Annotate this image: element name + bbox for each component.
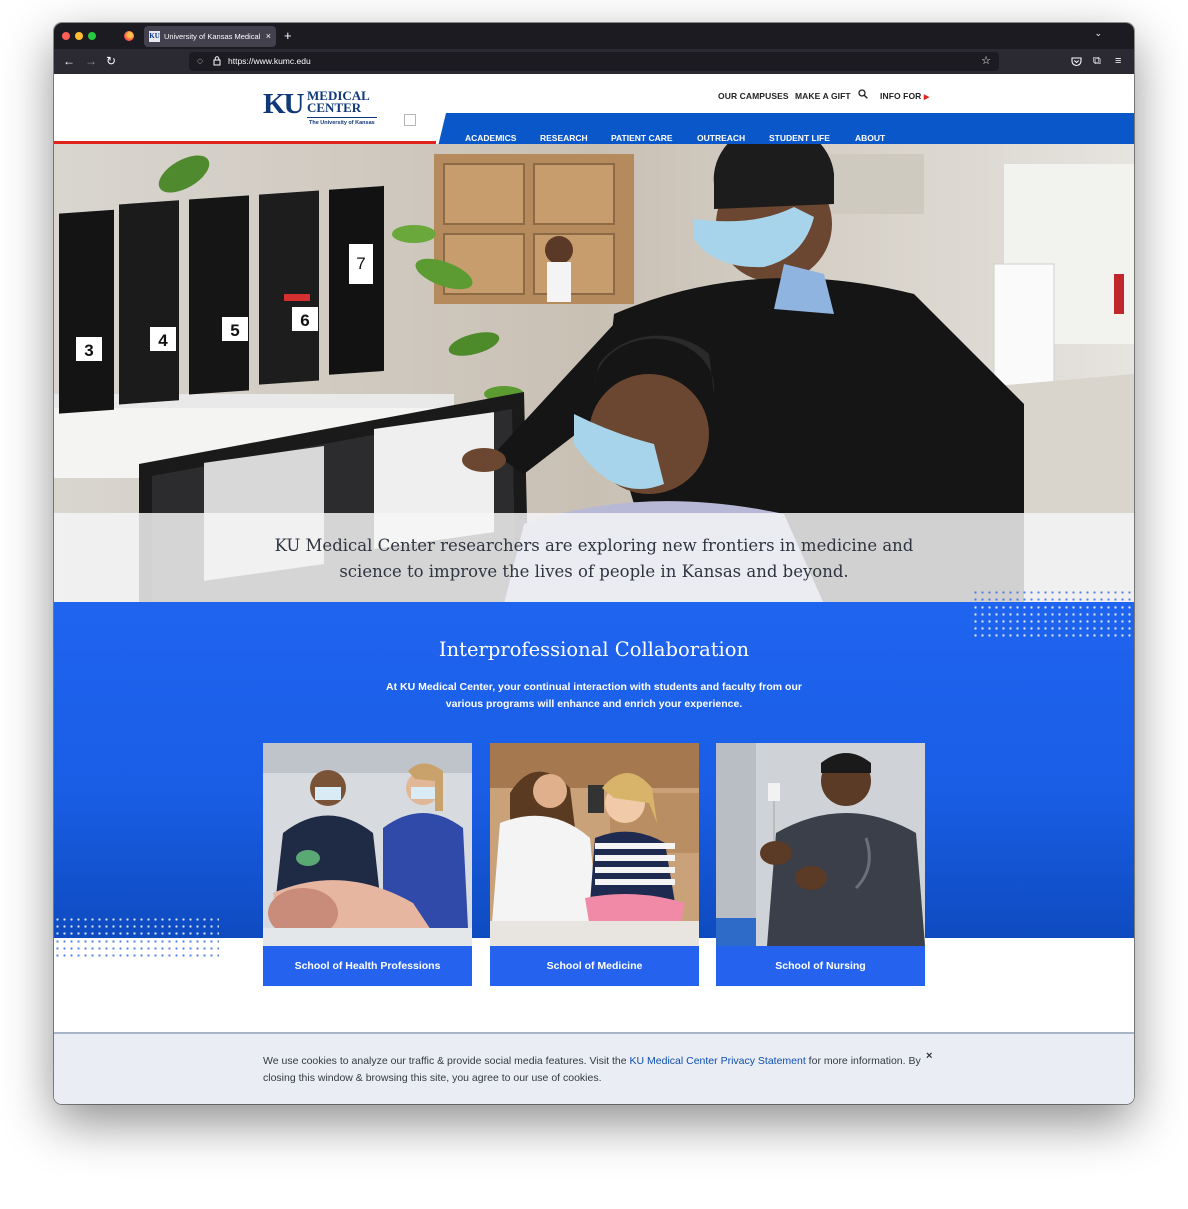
card-label[interactable]: School of Health Professions [263,946,472,986]
cookie-text-before: We use cookies to analyze our traffic & … [263,1055,630,1067]
back-arrow-icon[interactable]: ← [63,53,75,69]
zoom-window-button[interactable] [88,32,96,40]
nursing-photo[interactable] [716,743,925,946]
section-title: Interprofessional Collaboration [438,638,750,661]
hero-image: 3 4 5 6 7 KU Medical Center researchers … [54,144,1134,602]
nav-student-life[interactable]: STUDENT LIFE [769,133,830,144]
new-tab-button[interactable]: + [284,27,292,44]
privacy-statement-link[interactable]: KU Medical Center Privacy Statement [630,1055,806,1067]
nav-patient-care[interactable]: PATIENT CARE [611,133,673,144]
card-school-medicine[interactable]: School of Medicine [490,743,699,986]
logo-center: CENTER [307,100,362,115]
webpage: KU MEDICAL CENTER The University of Kans… [54,74,1134,1104]
card-school-health-professions[interactable]: School of Health Professions [263,743,472,986]
info-for-label: INFO FOR [880,91,922,101]
menu-icon[interactable]: ≡ [1115,53,1121,69]
cookie-banner: We use cookies to analyze our traffic & … [54,1032,1134,1104]
forward-arrow-icon[interactable]: → [85,53,97,69]
minimize-window-button[interactable] [75,32,83,40]
dot-pattern-decoration [54,938,219,958]
nav-research[interactable]: RESEARCH [540,133,588,144]
extensions-icon[interactable]: ⧉ [1093,53,1101,69]
binder-number: 6 [300,311,309,330]
caret-right-icon: ▶ [923,94,930,101]
bookmark-star-icon[interactable]: ☆ [981,53,991,69]
ku-medical-center-logo[interactable]: KU MEDICAL CENTER The University of Kans… [263,87,381,129]
collapse-toggle-icon[interactable] [404,114,416,126]
dot-pattern-decoration [54,916,219,938]
cookie-text: We use cookies to analyze our traffic & … [263,1053,933,1087]
utility-link-info-for[interactable]: INFO FOR ▶ [880,90,929,104]
tab-active[interactable]: KU University of Kansas Medical Ce × [144,26,276,47]
url-text[interactable]: https://www.kumc.edu [228,54,311,69]
card-school-nursing[interactable]: School of Nursing [716,743,925,986]
close-window-button[interactable] [62,32,70,40]
hero-caption: KU Medical Center researchers are explor… [274,536,914,581]
card-label[interactable]: School of Medicine [490,946,699,986]
url-bar[interactable]: ◌ https://www.kumc.edu ☆ [189,52,999,71]
search-icon[interactable] [858,89,868,99]
list-tabs-icon[interactable]: ⌄ [1094,28,1102,39]
nav-academics[interactable]: ACADEMICS [465,133,516,144]
nav-outreach[interactable]: OUTREACH [697,133,745,144]
ku-favicon-icon: KU [149,31,160,42]
lock-icon[interactable] [213,56,221,66]
browser-window: KU University of Kansas Medical Ce × + ⌄… [54,23,1134,1104]
tab-close-icon[interactable]: × [266,29,271,43]
pocket-icon[interactable] [1071,56,1082,67]
section-description: At KU Medical Center, your continual int… [386,681,802,710]
cookie-close-icon[interactable]: × [926,1050,932,1062]
shield-icon[interactable]: ◌ [197,54,203,69]
firefox-icon [124,31,134,41]
utility-link-our-campuses[interactable]: OUR CAMPUSES [718,90,789,102]
logo-subtitle: The University of Kansas [309,120,375,126]
binder-number: 3 [84,341,93,360]
nav-about[interactable]: ABOUT [855,133,885,144]
dot-pattern-decoration [972,604,1134,637]
health-professions-photo[interactable] [263,743,472,946]
binder-number: 5 [230,321,239,340]
navigation-toolbar: ← → ↻ ◌ https://www.kumc.edu ☆ ⧉ ≡ [54,49,1134,74]
reload-icon[interactable]: ↻ [106,53,116,69]
logo-rule [307,117,377,118]
medicine-photo[interactable] [490,743,699,946]
logo-ku: KU [263,88,304,120]
tab-bar: KU University of Kansas Medical Ce × + ⌄ [54,23,1134,49]
binder-number: 7 [356,254,365,273]
tab-title: University of Kansas Medical Ce [164,32,260,41]
binder-number: 4 [158,331,168,350]
utility-link-make-a-gift[interactable]: MAKE A GIFT [795,90,851,102]
card-label[interactable]: School of Nursing [716,946,925,986]
